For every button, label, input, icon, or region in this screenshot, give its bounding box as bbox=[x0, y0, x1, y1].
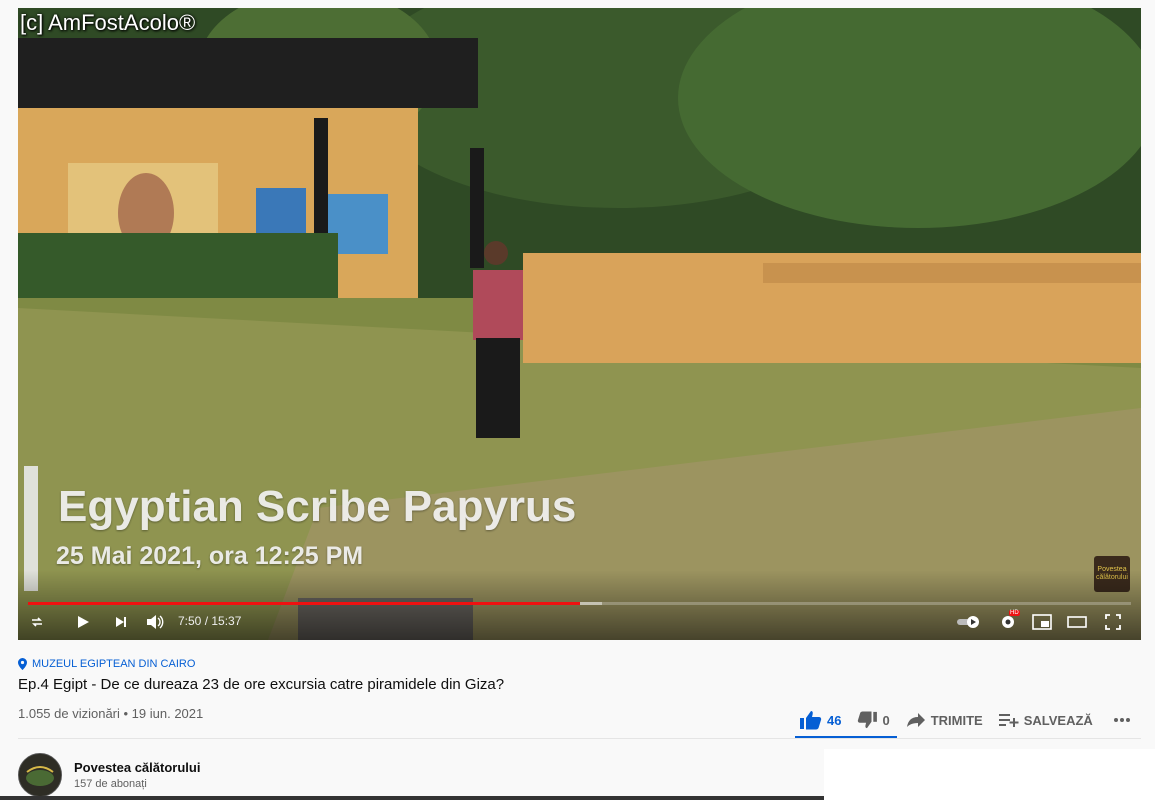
next-icon bbox=[116, 617, 126, 627]
progress-played bbox=[28, 602, 580, 605]
loop-icon bbox=[32, 617, 42, 627]
overlay-title: Egyptian Scribe Papyrus bbox=[58, 482, 577, 531]
site-watermark: [c] AmFostAcolo® bbox=[20, 10, 196, 35]
volume-button[interactable] bbox=[144, 610, 166, 634]
volume-icon bbox=[147, 615, 164, 629]
fullscreen-icon bbox=[1105, 614, 1121, 630]
video-meta: 1.055 de vizionări • 19 iun. 2021 bbox=[18, 706, 204, 721]
progress-bar[interactable] bbox=[28, 602, 1131, 605]
channel-avatar[interactable] bbox=[18, 753, 62, 797]
share-icon bbox=[906, 713, 925, 727]
playlist-add-icon bbox=[998, 714, 1019, 727]
action-bar: 46 0 TRIMITE SALVEAZĂ bbox=[800, 702, 1147, 738]
hd-badge: HD bbox=[1009, 610, 1020, 616]
share-button[interactable]: TRIMITE bbox=[906, 712, 983, 728]
dislike-count: 0 bbox=[882, 712, 890, 728]
location-tag[interactable]: MUZEUL EGIPTEAN DIN CAIRO bbox=[18, 658, 195, 670]
time-display: 7:50 / 15:37 bbox=[178, 614, 242, 628]
overlay-date: 25 Mai 2021, ora 12:25 PM bbox=[56, 542, 364, 570]
subscriber-count: 157 de abonați bbox=[74, 778, 147, 790]
thumbs-down-icon bbox=[858, 711, 878, 729]
like-count: 46 bbox=[827, 712, 842, 728]
video-title: Ep.4 Egipt - De ce dureaza 23 de ore exc… bbox=[18, 676, 505, 693]
theater-mode-button[interactable] bbox=[1065, 610, 1089, 634]
fullscreen-button[interactable] bbox=[1101, 610, 1125, 634]
save-button[interactable]: SALVEAZĂ bbox=[998, 712, 1093, 728]
next-button[interactable] bbox=[110, 610, 132, 634]
location-label: MUZEUL EGIPTEAN DIN CAIRO bbox=[32, 658, 196, 670]
autoplay-toggle[interactable] bbox=[955, 610, 983, 634]
like-button[interactable]: 46 bbox=[800, 710, 841, 730]
channel-name[interactable]: Povestea călătorului bbox=[74, 760, 200, 775]
location-pin-icon bbox=[18, 658, 27, 670]
miniplayer-icon bbox=[1032, 614, 1052, 630]
blank-panel bbox=[824, 749, 1155, 800]
miniplayer-button[interactable] bbox=[1030, 610, 1054, 634]
channel-logo-icon bbox=[19, 754, 61, 796]
theater-icon bbox=[1067, 616, 1087, 628]
video-player[interactable]: [c] AmFostAcolo® Egyptian Scribe Papyrus… bbox=[18, 8, 1141, 640]
bottom-edge bbox=[0, 796, 824, 800]
play-button[interactable] bbox=[72, 610, 94, 634]
more-actions-button[interactable] bbox=[1113, 717, 1131, 723]
play-icon bbox=[78, 616, 89, 628]
section-divider bbox=[18, 738, 1141, 739]
autoplay-icon bbox=[957, 616, 979, 628]
settings-button[interactable]: HD bbox=[996, 610, 1020, 634]
save-label: SALVEAZĂ bbox=[1023, 712, 1093, 728]
dislike-button[interactable]: 0 bbox=[857, 711, 890, 729]
loop-button[interactable] bbox=[26, 610, 48, 634]
more-horizontal-icon bbox=[1113, 718, 1130, 722]
share-label: TRIMITE bbox=[930, 712, 983, 728]
thumbs-up-icon bbox=[800, 711, 822, 730]
